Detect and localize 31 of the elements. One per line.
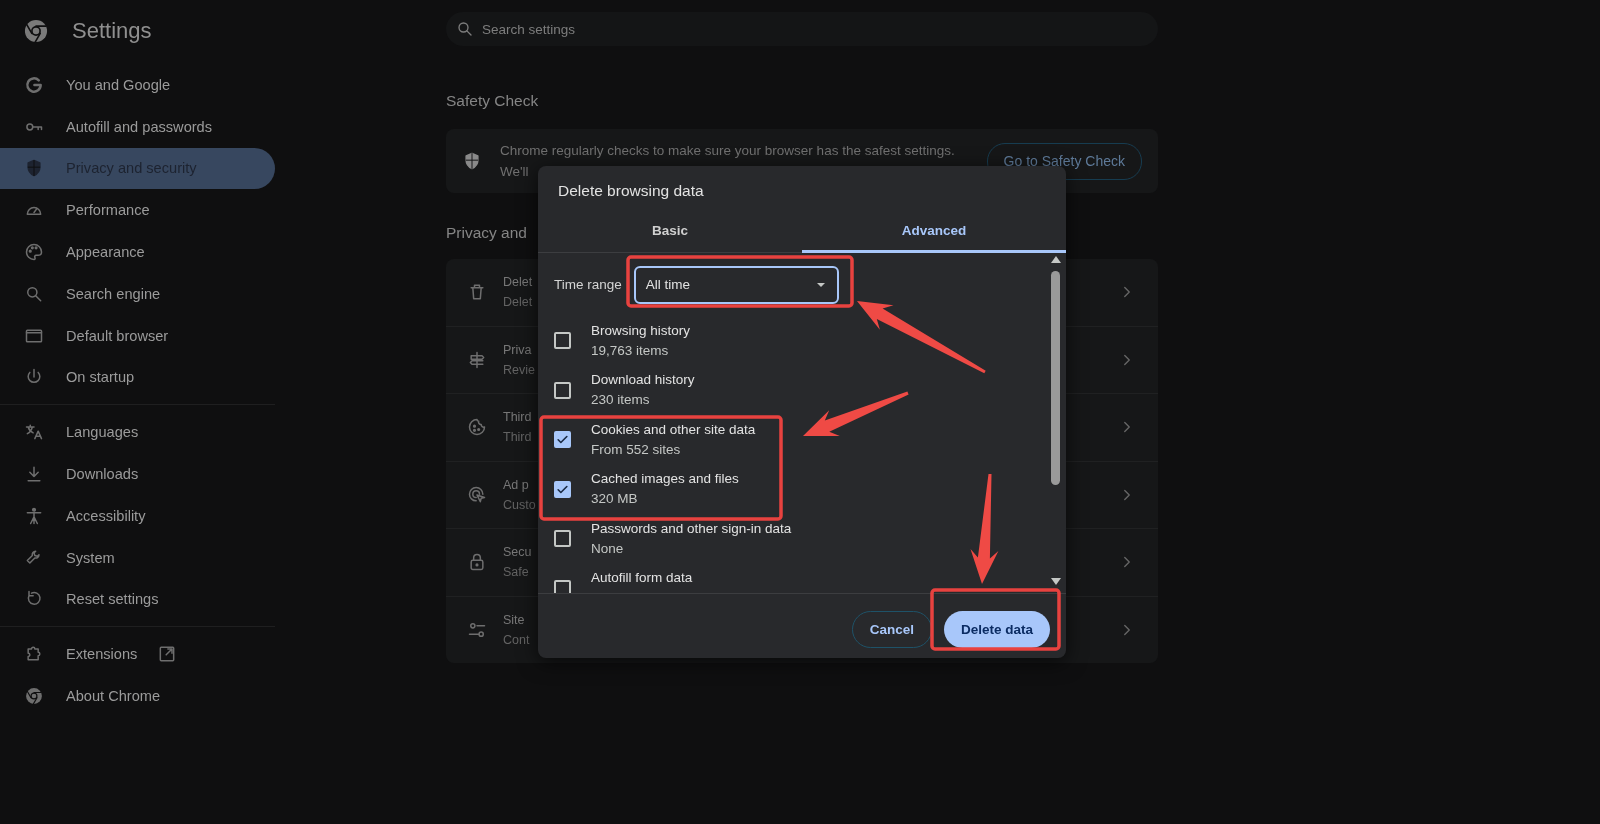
settings-title: Settings xyxy=(72,18,152,44)
row-title: Site xyxy=(503,611,525,629)
row-title: Delet xyxy=(503,274,533,292)
row-subtitle: Cont xyxy=(503,631,530,649)
description-text: Chrome regularly checks to make sure your browser has the safest settings. xyxy=(500,142,956,160)
dialog-title: Delete browsing data xyxy=(557,181,705,201)
option-label: Cached images and files xyxy=(591,470,739,489)
description-text: We'll xyxy=(500,163,530,181)
option-detail: 19,763 items xyxy=(591,341,670,360)
row-subtitle: Revie xyxy=(503,361,535,379)
option-label: Cookies and other site data xyxy=(591,420,756,439)
field-label: Time range xyxy=(554,277,622,292)
option-label: Browsing history xyxy=(591,321,691,340)
option-label: Autofill form data xyxy=(591,568,693,587)
row-title: Priva xyxy=(503,341,532,359)
section-heading: Privacy and xyxy=(446,223,527,243)
option-label: Download history xyxy=(591,371,695,390)
option-detail: 320 MB xyxy=(591,490,639,509)
row-title: Ad p xyxy=(503,476,529,494)
row-subtitle: Safe xyxy=(503,564,529,582)
row-subtitle: Third xyxy=(503,429,532,447)
option-detail: 230 items xyxy=(591,391,651,410)
option-detail: From 552 sites xyxy=(591,440,682,459)
row-title: Third xyxy=(503,409,532,427)
row-subtitle: Delet xyxy=(503,294,533,312)
option-detail: None xyxy=(591,539,625,558)
section-heading: Safety Check xyxy=(446,91,539,111)
option-label: Passwords and other sign-in data xyxy=(591,519,792,538)
row-title: Secu xyxy=(503,544,532,562)
row-subtitle: Custo xyxy=(503,496,536,514)
sidebar-item-label: Extensions xyxy=(66,646,138,663)
